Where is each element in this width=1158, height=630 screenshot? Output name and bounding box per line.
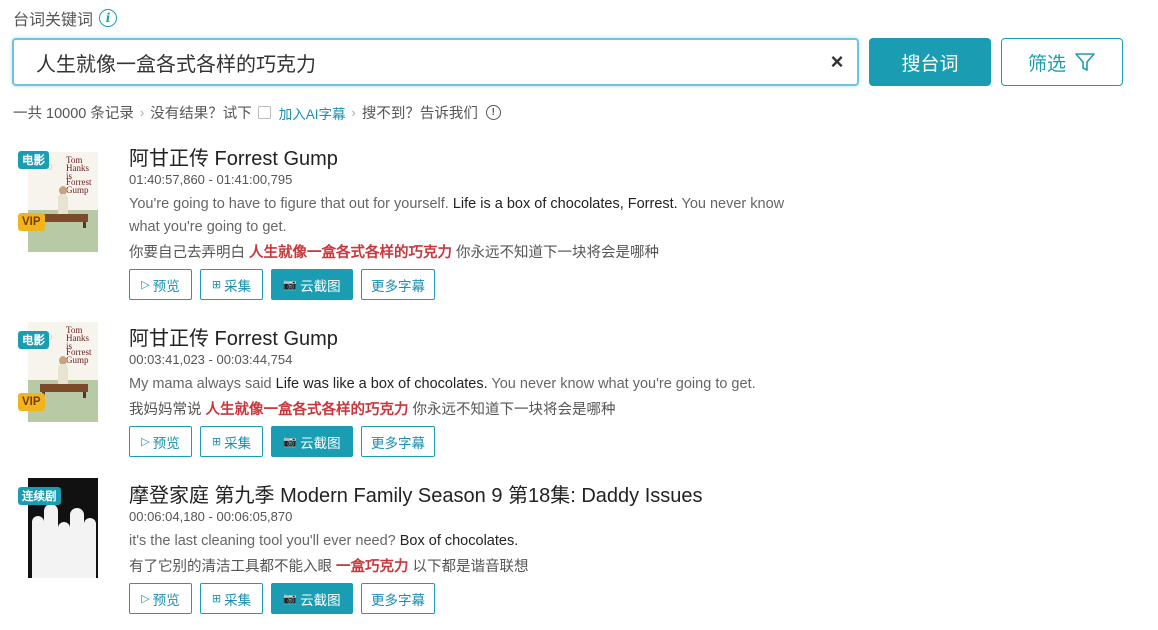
search-box: × (12, 38, 859, 86)
english-text: it's the last cleaning tool you'll ever … (129, 533, 400, 549)
result-title[interactable]: 摩登家庭 第九季 Modern Family Season 9 第18集: Da… (129, 479, 703, 508)
ai-subtitle-link[interactable]: 加入AI字幕 (279, 103, 346, 123)
camera-icon: 📷 (283, 279, 298, 291)
exclamation-icon[interactable]: ! (485, 105, 501, 120)
collect-label: 采集 (224, 592, 252, 608)
poster-bench (40, 384, 88, 392)
poster-figure (44, 504, 58, 578)
chevron-right-icon: › (139, 105, 145, 120)
english-text: You're going to have to figure that out … (129, 196, 453, 212)
vip-badge: VIP (18, 393, 45, 411)
funnel-icon (1075, 53, 1095, 71)
english-match: Life is a box of chocolates, Forrest. (452, 196, 678, 212)
chinese-match: 人生就像一盒各式各样的巧克力 (249, 245, 453, 261)
result-timecode: 00:03:41,023 - 00:03:44,754 (129, 352, 293, 367)
bookmark-plus-icon: ⊞ (211, 279, 222, 291)
poster-text: Gump (66, 185, 89, 195)
chinese-text: 以下都是谐音联想 (408, 559, 529, 575)
screenshot-button[interactable]: 📷 云截图 (271, 426, 353, 457)
stats-row: 一共 10000 条记录 › 没有结果？试下 加入AI字幕 › 搜不到？告诉我们… (13, 102, 501, 123)
collect-button[interactable]: ⊞ 采集 (200, 426, 263, 457)
poster-figure (58, 194, 68, 216)
vip-badge: VIP (18, 213, 45, 231)
poster-text: Gump (66, 355, 89, 365)
poster-figure (58, 364, 68, 386)
screenshot-button[interactable]: 📷 云截图 (271, 269, 353, 300)
type-badge: 连续剧 (18, 487, 61, 505)
play-icon: ▷ (141, 593, 150, 605)
result-title[interactable]: 阿甘正传 Forrest Gump (129, 322, 338, 351)
chinese-match: 人生就像一盒各式各样的巧克力 (205, 402, 409, 418)
preview-label: 预览 (152, 435, 180, 451)
poster-bench (40, 214, 88, 222)
result-actions: ▷ 预览 ⊞ 采集 📷 云截图 更多字幕 (129, 426, 435, 457)
english-line: it's the last cleaning tool you'll ever … (129, 530, 518, 553)
search-input[interactable] (14, 40, 817, 84)
preview-label: 预览 (152, 592, 180, 608)
collect-button[interactable]: ⊞ 采集 (200, 583, 263, 614)
play-icon: ▷ (141, 436, 150, 448)
no-result-text: 没有结果？试下 (150, 106, 252, 122)
search-button[interactable]: 搜台词 (869, 38, 991, 86)
result-actions: ▷ 预览 ⊞ 采集 📷 云截图 更多字幕 (129, 583, 435, 614)
poster-bench (42, 222, 86, 228)
english-line: My mama always said Life was like a box … (129, 373, 829, 396)
screenshot-label: 云截图 (300, 435, 341, 451)
chinese-line: 你要自己去弄明白 人生就像一盒各式各样的巧克力 你永远不知道下一块将会是哪种 (129, 241, 659, 262)
camera-icon: 📷 (283, 593, 298, 605)
screenshot-label: 云截图 (300, 592, 341, 608)
ai-subtitle-checkbox[interactable] (257, 106, 271, 119)
chinese-line: 我妈妈常说 人生就像一盒各式各样的巧克力 你永远不知道下一块将会是哪种 (129, 398, 616, 419)
chinese-text: 你永远不知道下一块将会是哪种 (408, 402, 616, 418)
search-label-row: 台词关键词 i (13, 6, 118, 30)
poster-figure (58, 522, 70, 578)
chinese-text: 有了它别的清洁工具都不能入眼 (129, 559, 337, 575)
more-subtitles-button[interactable]: 更多字幕 (361, 583, 435, 614)
preview-button[interactable]: ▷ 预览 (129, 583, 192, 614)
chinese-text: 我妈妈常说 (129, 402, 206, 418)
chevron-right-icon: › (351, 105, 356, 120)
filter-button[interactable]: 筛选 (1001, 38, 1123, 86)
search-label: 台词关键词 (13, 12, 94, 29)
play-icon: ▷ (141, 279, 150, 291)
english-match: Life was like a box of chocolates. (275, 376, 488, 392)
english-text: You never know what you're going to get. (487, 376, 756, 392)
poster-bench (42, 392, 86, 398)
result-title[interactable]: 阿甘正传 Forrest Gump (129, 142, 338, 171)
type-badge: 电影 (18, 151, 49, 169)
english-line: You're going to have to figure that out … (129, 193, 789, 239)
clear-icon[interactable]: × (817, 40, 857, 84)
result-timecode: 00:06:04,180 - 00:06:05,870 (129, 509, 293, 524)
screenshot-label: 云截图 (300, 278, 341, 294)
preview-label: 预览 (152, 278, 180, 294)
preview-button[interactable]: ▷ 预览 (129, 426, 192, 457)
poster-figure (84, 518, 96, 578)
camera-icon: 📷 (283, 436, 298, 448)
english-text: My mama always said (129, 376, 276, 392)
bookmark-plus-icon: ⊞ (211, 436, 222, 448)
type-badge: 电影 (18, 331, 49, 349)
result-timecode: 01:40:57,860 - 01:41:00,795 (129, 172, 293, 187)
total-count: 一共 10000 条记录 (13, 106, 134, 122)
more-subtitles-button[interactable]: 更多字幕 (361, 426, 435, 457)
report-link[interactable]: 搜不到？告诉我们 (362, 102, 478, 123)
chinese-text: 你永远不知道下一块将会是哪种 (452, 245, 660, 261)
collect-label: 采集 (224, 435, 252, 451)
more-subtitles-button[interactable]: 更多字幕 (361, 269, 435, 300)
poster-figure (70, 508, 84, 578)
chinese-text: 你要自己去弄明白 (129, 245, 250, 261)
info-icon[interactable]: i (99, 9, 118, 27)
filter-label: 筛选 (1027, 53, 1066, 75)
chinese-line: 有了它别的清洁工具都不能入眼 一盒巧克力 以下都是谐音联想 (129, 555, 529, 576)
collect-button[interactable]: ⊞ 采集 (200, 269, 263, 300)
collect-label: 采集 (224, 278, 252, 294)
english-match: Box of chocolates. (399, 533, 519, 549)
screenshot-button[interactable]: 📷 云截图 (271, 583, 353, 614)
bookmark-plus-icon: ⊞ (211, 593, 222, 605)
result-actions: ▷ 预览 ⊞ 采集 📷 云截图 更多字幕 (129, 269, 435, 300)
poster-figure (32, 516, 44, 578)
chinese-match: 一盒巧克力 (336, 559, 409, 575)
preview-button[interactable]: ▷ 预览 (129, 269, 192, 300)
